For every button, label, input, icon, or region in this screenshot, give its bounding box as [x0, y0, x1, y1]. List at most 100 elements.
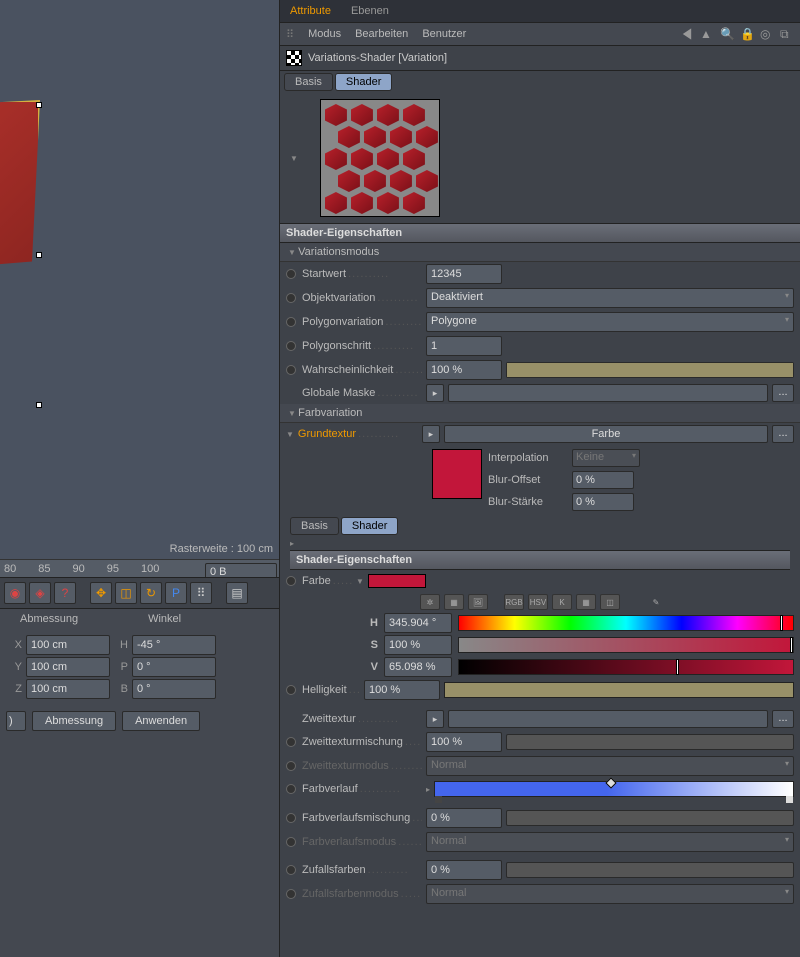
spinner-icon[interactable]: ✲	[420, 594, 440, 610]
zweittextur-options-button[interactable]: ...	[772, 710, 794, 728]
anim-dot[interactable]	[286, 365, 296, 375]
lock-icon[interactable]: 🔒	[740, 27, 754, 41]
anim-dot[interactable]	[286, 889, 296, 899]
wahrscheinlichkeit-field[interactable]	[426, 360, 502, 380]
helligkeit-slider[interactable]	[444, 682, 794, 698]
layout-icon[interactable]: ▤	[226, 582, 248, 604]
anim-dot[interactable]	[286, 269, 296, 279]
zweittexturmischung-field[interactable]	[426, 732, 502, 752]
anim-dot[interactable]	[286, 837, 296, 847]
autokey-icon[interactable]: ?	[54, 582, 76, 604]
expand-toggle[interactable]: ▸	[426, 785, 430, 794]
hsv-button[interactable]: HSV	[528, 594, 548, 610]
farbverlaufsmodus-dropdown[interactable]: Normal	[426, 832, 794, 852]
zweittextur-arrow-button[interactable]: ▸	[426, 710, 444, 728]
z-field[interactable]	[26, 679, 110, 699]
mode-dropdown-left[interactable]: )	[6, 711, 26, 731]
menu-bearbeiten[interactable]: Bearbeiten	[355, 28, 408, 40]
wahrscheinlichkeit-slider[interactable]	[506, 362, 794, 378]
record-icon[interactable]: ◉	[4, 582, 26, 604]
hue-field[interactable]	[384, 613, 452, 633]
param-tool-icon[interactable]: P	[165, 582, 187, 604]
menu-modus[interactable]: Modus	[308, 28, 341, 40]
selected-polygon[interactable]	[0, 100, 40, 270]
expand-toggle[interactable]: ▼	[356, 577, 364, 586]
apply-button[interactable]: Anwenden	[122, 711, 200, 731]
new-window-icon[interactable]: ⧉	[780, 27, 794, 41]
zufallsfarben-slider[interactable]	[506, 862, 794, 878]
zweittexturmischung-slider[interactable]	[506, 734, 794, 750]
subtab-shader[interactable]: Shader	[335, 73, 392, 91]
eyedropper-icon[interactable]: ✎	[646, 594, 666, 610]
tab-ebenen[interactable]: Ebenen	[341, 0, 399, 22]
tab-attribute[interactable]: Attribute	[280, 0, 341, 22]
farbverlaufsmischung-slider[interactable]	[506, 810, 794, 826]
anim-dot[interactable]	[286, 813, 296, 823]
pla-tool-icon[interactable]: ⠿	[190, 582, 212, 604]
up-arrow-icon[interactable]: ▲	[700, 27, 714, 41]
grundtextur-farbe-button[interactable]: Farbe	[444, 425, 768, 443]
polygonvariation-dropdown[interactable]: Polygone	[426, 312, 794, 332]
rotate-tool-icon[interactable]: ↻	[140, 582, 162, 604]
farbe-swatch[interactable]	[368, 574, 426, 588]
subtab-basis[interactable]: Basis	[284, 73, 333, 91]
anim-dot[interactable]	[286, 737, 296, 747]
grundtextur-options-button[interactable]: ...	[772, 425, 794, 443]
objektvariation-dropdown[interactable]: Deaktiviert	[426, 288, 794, 308]
selection-handle[interactable]	[36, 102, 42, 108]
group-variationsmodus[interactable]: Variationsmodus	[280, 243, 800, 262]
anim-dot[interactable]	[286, 685, 296, 695]
startwert-field[interactable]	[426, 264, 502, 284]
anim-dot[interactable]	[286, 341, 296, 351]
anim-dot[interactable]	[286, 576, 296, 586]
expand-arrow[interactable]: ▸	[280, 537, 800, 550]
selection-handle[interactable]	[36, 252, 42, 258]
scale-tool-icon[interactable]: ◫	[115, 582, 137, 604]
mode-dropdown[interactable]: Abmessung	[32, 711, 116, 731]
maske-options-button[interactable]: ...	[772, 384, 794, 402]
maske-arrow-button[interactable]: ▸	[426, 384, 444, 402]
mixer-icon[interactable]: ◫	[600, 594, 620, 610]
hue-slider[interactable]	[458, 615, 794, 631]
target-icon[interactable]: ◎	[760, 27, 774, 41]
menu-benutzer[interactable]: Benutzer	[422, 28, 466, 40]
selection-handle[interactable]	[36, 402, 42, 408]
gradient-editor[interactable]	[434, 781, 794, 797]
back-arrow-icon[interactable]	[680, 27, 694, 41]
expand-toggle[interactable]: ▼	[286, 430, 294, 439]
b-field[interactable]	[132, 679, 216, 699]
swatches-icon[interactable]: ▦	[576, 594, 596, 610]
y-field[interactable]	[26, 657, 110, 677]
sat-field[interactable]	[384, 635, 452, 655]
anim-dot[interactable]	[286, 293, 296, 303]
picture-icon[interactable]: 🖼	[468, 594, 488, 610]
grundtextur-arrow-button[interactable]: ▸	[422, 425, 440, 443]
anim-dot[interactable]	[286, 865, 296, 875]
inner-subtab-shader[interactable]: Shader	[341, 517, 398, 535]
shader-preview[interactable]	[320, 99, 440, 217]
p-field[interactable]	[132, 657, 216, 677]
k-button[interactable]: K	[552, 594, 572, 610]
blur-staerke-field[interactable]	[572, 493, 634, 511]
maske-texture-slot[interactable]	[448, 384, 768, 402]
rgb-button[interactable]: RGB	[504, 594, 524, 610]
zufallsfarben-field[interactable]	[426, 860, 502, 880]
val-field[interactable]	[384, 657, 452, 677]
anim-dot[interactable]	[286, 317, 296, 327]
blur-offset-field[interactable]	[572, 471, 634, 489]
inner-subtab-basis[interactable]: Basis	[290, 517, 339, 535]
search-icon[interactable]: 🔍	[720, 27, 734, 41]
helligkeit-field[interactable]	[364, 680, 440, 700]
grundtextur-swatch[interactable]	[432, 449, 482, 499]
grip-icon[interactable]: ⠿	[286, 28, 294, 41]
keyframe-icon[interactable]: ◈	[29, 582, 51, 604]
zweittextur-slot[interactable]	[448, 710, 768, 728]
zufallsfarbenmodus-dropdown[interactable]: Normal	[426, 884, 794, 904]
zweittexturmodus-dropdown[interactable]: Normal	[426, 756, 794, 776]
x-field[interactable]	[26, 635, 110, 655]
anim-dot[interactable]	[286, 761, 296, 771]
h-field[interactable]	[132, 635, 216, 655]
anim-dot[interactable]	[286, 784, 296, 794]
interpolation-dropdown[interactable]: Keine	[572, 449, 640, 467]
sat-slider[interactable]	[458, 637, 794, 653]
